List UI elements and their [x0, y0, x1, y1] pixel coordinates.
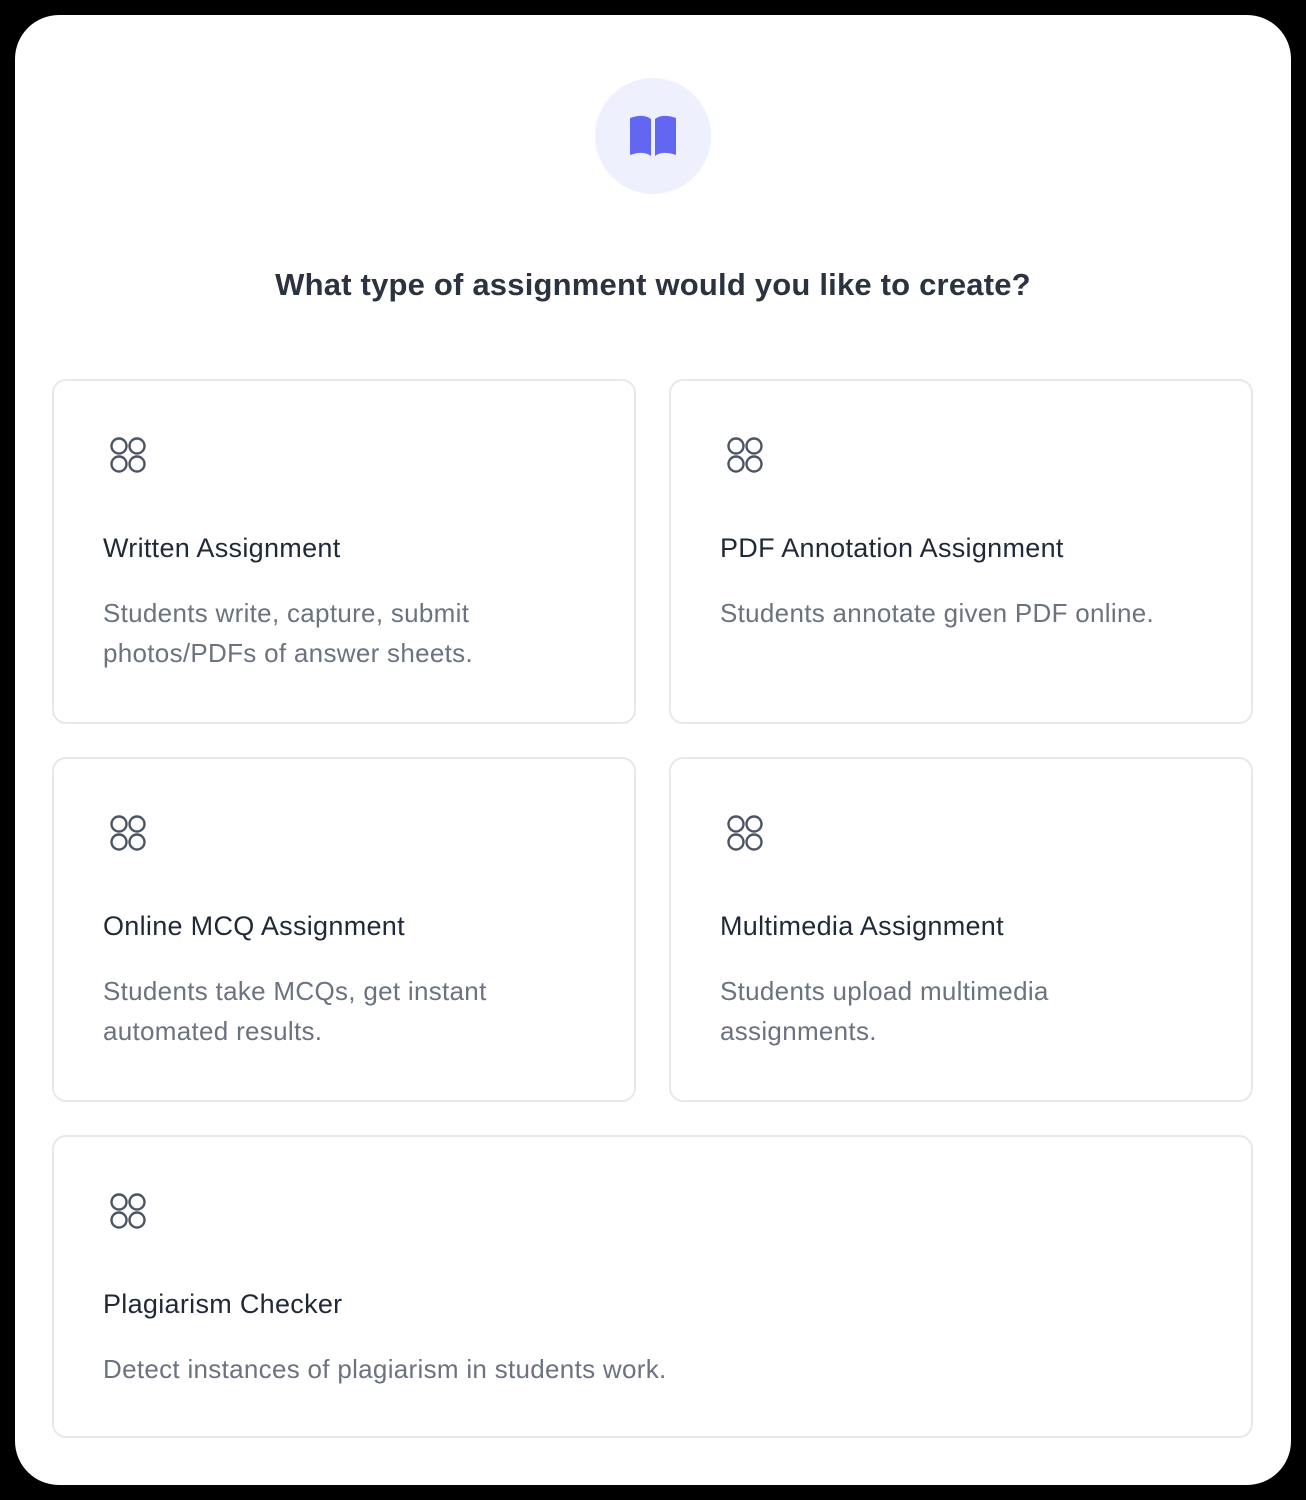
card-pdf-annotation-assignment[interactable]: PDF Annotation Assignment Students annot…: [669, 379, 1253, 724]
card-description: Students annotate given PDF online.: [720, 598, 1155, 628]
card-online-mcq-assignment[interactable]: Online MCQ Assignment Students take MCQs…: [52, 757, 636, 1102]
card-multimedia-assignment[interactable]: Multimedia Assignment Students upload mu…: [669, 757, 1253, 1102]
card-title: Multimedia Assignment: [720, 911, 1004, 941]
card-title: Written Assignment: [103, 533, 341, 563]
card-title: Online MCQ Assignment: [103, 911, 405, 941]
card-description: Detect instances of plagiarism in studen…: [103, 1354, 667, 1384]
header-icon-badge: [595, 78, 711, 194]
grid-circles-icon: [110, 1193, 146, 1229]
grid-circles-icon: [110, 437, 146, 473]
page-title: What type of assignment would you like t…: [275, 267, 1031, 302]
card-title: Plagiarism Checker: [103, 1289, 343, 1319]
assignment-type-dialog: What type of assignment would you like t…: [15, 15, 1291, 1485]
card-description: Students upload multimedia assignments.: [720, 976, 1049, 1046]
card-description: Students take MCQs, get instant automate…: [103, 976, 487, 1046]
card-description: Students write, capture, submit photos/P…: [103, 598, 473, 668]
card-written-assignment[interactable]: Written Assignment Students write, captu…: [52, 379, 636, 724]
grid-circles-icon: [727, 437, 763, 473]
card-plagiarism-checker[interactable]: Plagiarism Checker Detect instances of p…: [52, 1135, 1253, 1438]
card-title: PDF Annotation Assignment: [720, 533, 1064, 563]
open-book-icon: [630, 115, 676, 156]
grid-circles-icon: [727, 815, 763, 851]
grid-circles-icon: [110, 815, 146, 851]
